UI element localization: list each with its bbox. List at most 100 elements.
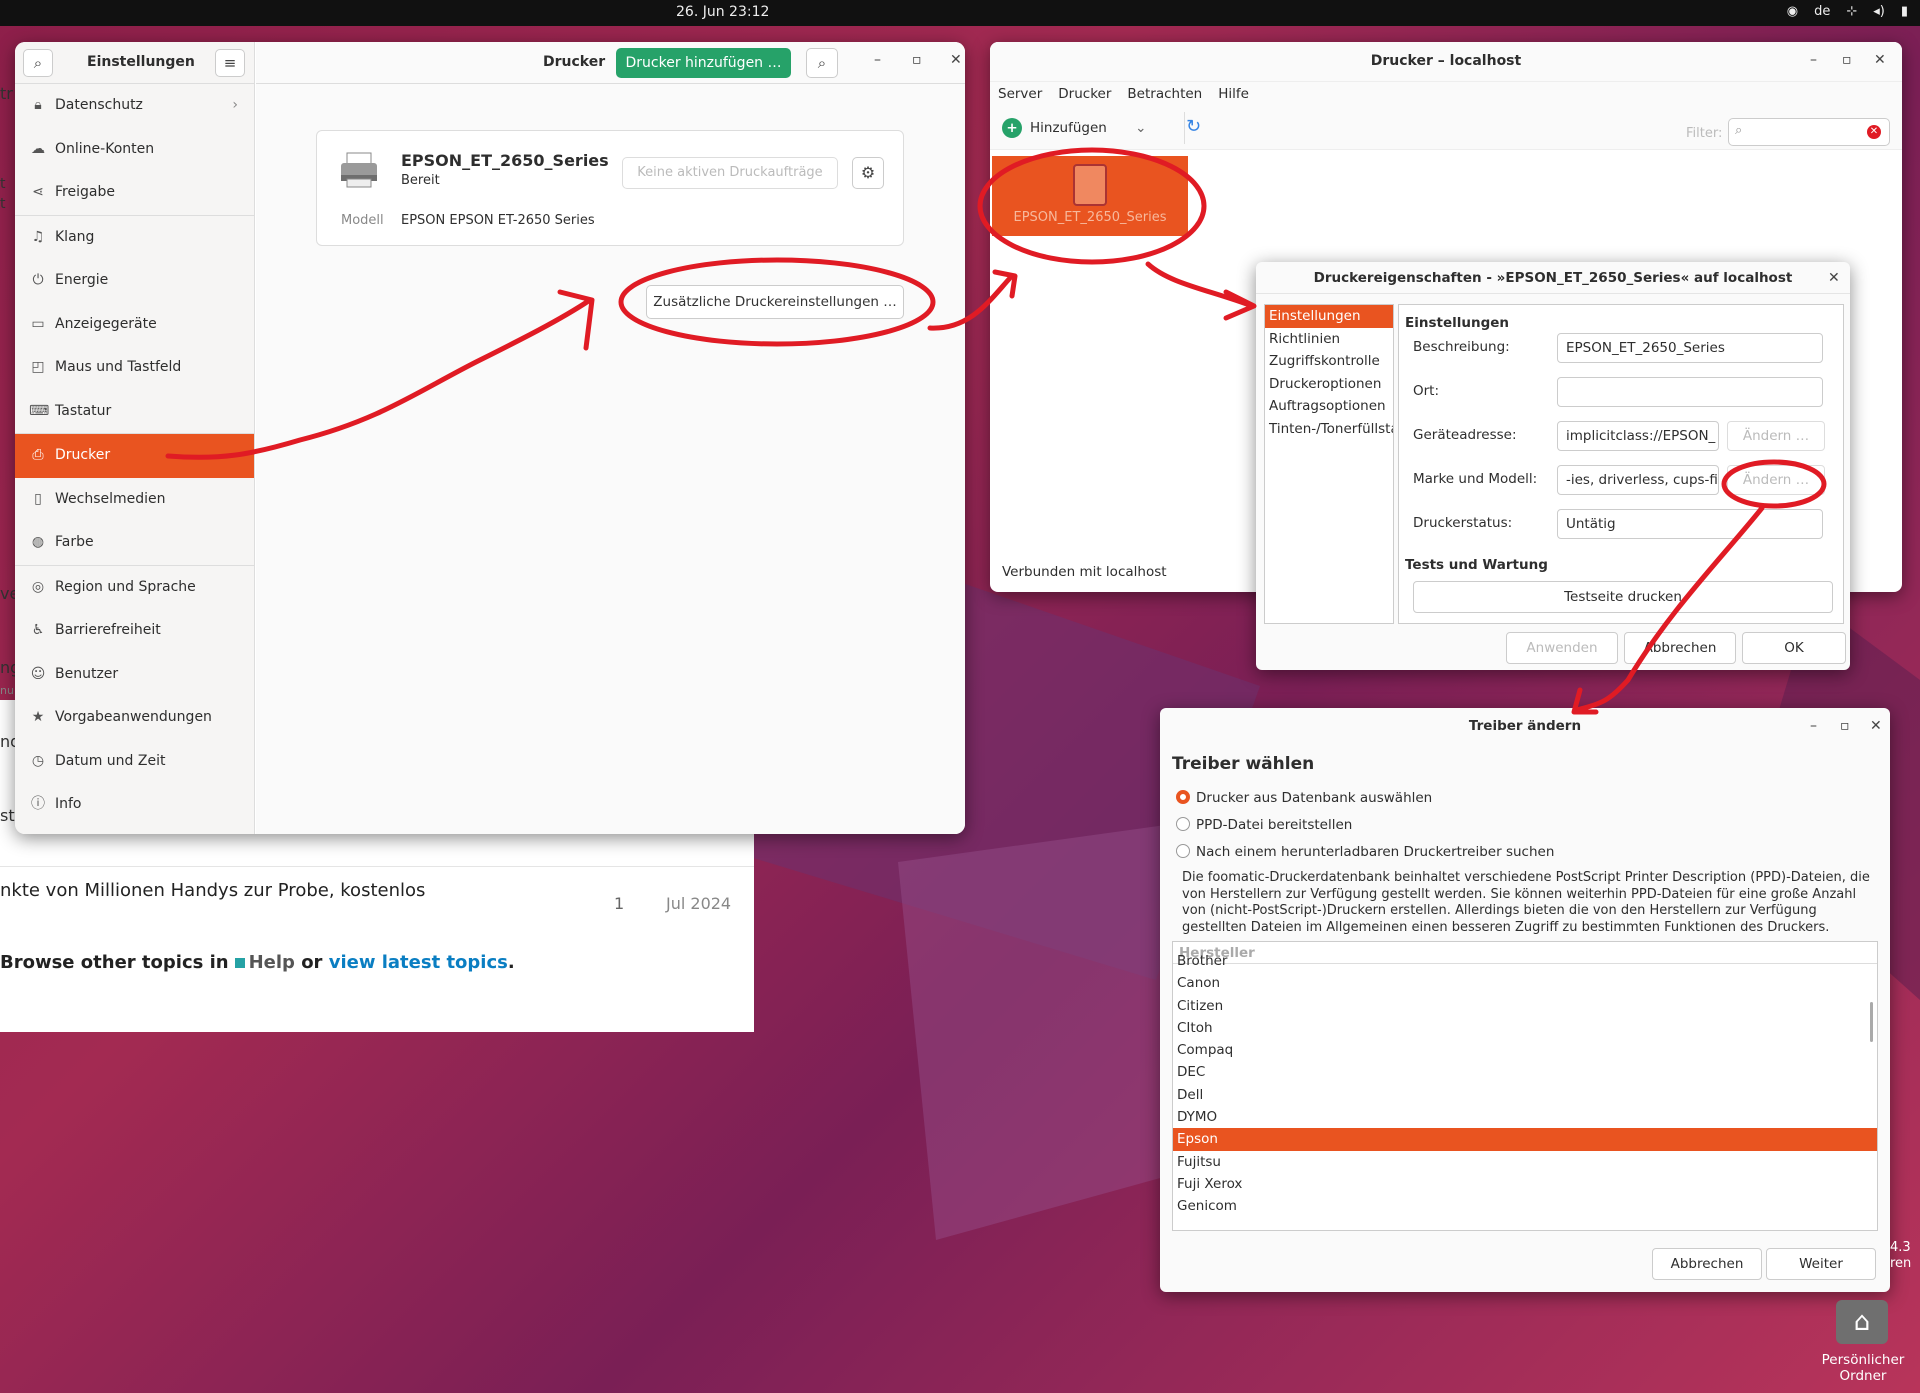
refresh-icon[interactable]: ↻	[1186, 116, 1201, 137]
sidebar-item-datum-und-zeit[interactable]: ◷ Datum und Zeit	[15, 740, 254, 784]
menu-button[interactable]: ≡	[215, 49, 245, 77]
description-input[interactable]: EPSON_ET_2650_Series	[1557, 333, 1823, 363]
divider	[0, 866, 754, 867]
change-driver-button[interactable]: Ändern …	[1727, 465, 1825, 495]
system-tray[interactable]: ◉ de ⊹ ◂) ▮	[1787, 4, 1908, 19]
printer-tile[interactable]: EPSON_ET_2650_Series	[992, 156, 1188, 236]
close-icon[interactable]: ✕	[1870, 718, 1882, 734]
menu-view[interactable]: Betrachten	[1127, 82, 1202, 106]
printer-settings-button[interactable]: ⚙	[852, 157, 884, 189]
chevron-down-icon[interactable]: ⌄	[1135, 120, 1146, 136]
menu-help[interactable]: Hilfe	[1218, 82, 1249, 106]
maximize-icon[interactable]: ▫	[1840, 718, 1850, 734]
list-item[interactable]: DEC	[1173, 1061, 1877, 1083]
sidebar-item-benutzer[interactable]: ☺ Benutzer	[15, 653, 254, 697]
vendor-list[interactable]: Hersteller Brother Canon Citizen CItoh Compa…	[1172, 941, 1878, 1231]
language-indicator[interactable]: de	[1814, 4, 1830, 19]
list-item[interactable]: Genicom	[1173, 1195, 1877, 1217]
menu-printer[interactable]: Drucker	[1058, 82, 1111, 106]
accessibility-icon[interactable]: ◉	[1787, 4, 1798, 19]
device-uri-input[interactable]: implicitclass://EPSON_	[1557, 421, 1719, 451]
home-folder-label[interactable]: Persönlicher Ordner	[1808, 1352, 1918, 1384]
sidebar-item-farbe[interactable]: ◍ Farbe	[15, 521, 254, 565]
sidebar-item-maus-und-tastfeld[interactable]: ◰ Maus und Tastfeld	[15, 346, 254, 390]
next-button[interactable]: Weiter	[1766, 1248, 1876, 1280]
sidebar-item-barrierefreiheit[interactable]: ♿︎ Barrierefreiheit	[15, 609, 254, 653]
close-icon[interactable]: ✕	[1828, 270, 1840, 286]
sidebar-item-energie[interactable]: ⏻ Energie	[15, 259, 254, 303]
list-item[interactable]: CItoh	[1173, 1017, 1877, 1039]
browse-prefix: Browse other topics in	[0, 952, 229, 973]
top-bar: 26. Jun 23:12 ◉ de ⊹ ◂) ▮	[0, 0, 1920, 26]
nav-ink-levels[interactable]: Tinten-/Tonerfüllsta	[1265, 418, 1393, 441]
maximize-icon[interactable]: ▫	[1842, 52, 1852, 68]
sidebar-item-klang[interactable]: ♫ Klang	[15, 216, 254, 260]
minimize-icon[interactable]: –	[874, 52, 881, 68]
sidebar-header: ⌕ Einstellungen ≡	[15, 42, 254, 84]
maximize-icon[interactable]: ▫	[912, 52, 922, 68]
make-model-input[interactable]: -ies, driverless, cups-fil	[1557, 465, 1719, 495]
printer-icon: ⎙	[32, 447, 44, 463]
sidebar-item-drucker[interactable]: ⎙ Drucker	[15, 434, 254, 478]
add-printer-button[interactable]: Drucker hinzufügen …	[616, 48, 791, 78]
list-item[interactable]: Citizen	[1173, 995, 1877, 1017]
radio-ppd-file[interactable]: PPD-Datei bereitstellen	[1176, 817, 1352, 833]
panel-search-button[interactable]: ⌕	[806, 48, 838, 78]
category-link[interactable]: Help	[249, 952, 295, 973]
clear-icon[interactable]: ✕	[1867, 125, 1881, 139]
list-item[interactable]: Epson	[1173, 1128, 1877, 1151]
list-item[interactable]: Brother	[1173, 950, 1877, 972]
cancel-button[interactable]: Abbrechen	[1652, 1248, 1762, 1280]
change-uri-button[interactable]: Ändern …	[1727, 421, 1825, 451]
topic-title[interactable]: nkte von Millionen Handys zur Probe, kos…	[0, 880, 425, 901]
list-item[interactable]: DYMO	[1173, 1106, 1877, 1128]
print-test-page-button[interactable]: Testseite drucken	[1413, 581, 1833, 613]
apply-button[interactable]: Anwenden	[1506, 632, 1618, 664]
add-button[interactable]: + Hinzufügen ⌄	[1002, 116, 1146, 140]
minimize-icon[interactable]: –	[1810, 718, 1817, 734]
scrollbar[interactable]	[1870, 1002, 1873, 1042]
minimize-icon[interactable]: –	[1810, 52, 1817, 68]
sidebar-item-vorgabeanwendungen[interactable]: ★ Vorgabeanwendungen	[15, 696, 254, 740]
nav-settings[interactable]: Einstellungen	[1265, 305, 1393, 328]
radio-database[interactable]: Drucker aus Datenbank auswählen	[1176, 790, 1432, 806]
search-button[interactable]: ⌕	[23, 49, 53, 77]
location-input[interactable]	[1557, 377, 1823, 407]
sidebar-item-datenschutz[interactable]: 🔒︎ Datenschutz ›	[15, 84, 254, 128]
radio-label: PPD-Datei bereitstellen	[1196, 817, 1353, 833]
panel-title: Drucker	[543, 54, 606, 70]
list-item[interactable]: Dell	[1173, 1084, 1877, 1106]
sidebar-item-freigabe[interactable]: ⋖ Freigabe	[15, 171, 254, 215]
additional-printer-settings-button[interactable]: Zusätzliche Druckereinstellungen …	[646, 285, 904, 319]
sidebar-item-tastatur[interactable]: ⌨ Tastatur	[15, 390, 254, 434]
radio-download[interactable]: Nach einem herunterladbaren Druckertreib…	[1176, 844, 1554, 860]
nav-access-control[interactable]: Zugriffskontrolle	[1265, 350, 1393, 373]
list-item[interactable]: Fuji Xerox	[1173, 1173, 1877, 1195]
nav-policies[interactable]: Richtlinien	[1265, 328, 1393, 351]
sidebar-item-wechselmedien[interactable]: ▯ Wechselmedien	[15, 478, 254, 522]
list-item[interactable]: Compaq	[1173, 1039, 1877, 1061]
nav-printer-options[interactable]: Druckeroptionen	[1265, 373, 1393, 396]
description-label: Beschreibung:	[1413, 339, 1510, 355]
latest-topics-link[interactable]: view latest topics	[329, 952, 508, 973]
close-icon[interactable]: ✕	[950, 52, 962, 68]
model-value: EPSON EPSON ET-2650 Series	[401, 213, 595, 228]
clock[interactable]: 26. Jun 23:12	[676, 4, 769, 20]
close-icon[interactable]: ✕	[1874, 52, 1886, 68]
sidebar-item-region-und-sprache[interactable]: ◎ Region und Sprache	[15, 566, 254, 610]
menu-bar: Server Drucker Betrachten Hilfe	[990, 82, 1902, 106]
list-item[interactable]: Fujitsu	[1173, 1151, 1877, 1173]
menu-server[interactable]: Server	[998, 82, 1042, 106]
cancel-button[interactable]: Abbrechen	[1624, 632, 1736, 664]
list-item[interactable]: Canon	[1173, 972, 1877, 994]
sidebar-item-online-konten[interactable]: ☁ Online-Konten	[15, 128, 254, 172]
ok-button[interactable]: OK	[1742, 632, 1846, 664]
sidebar-item-info[interactable]: ⓘ Info	[15, 783, 254, 827]
filter-input[interactable]: ⌕ ✕	[1728, 118, 1890, 146]
home-folder-icon[interactable]: ⌂	[1836, 1300, 1888, 1344]
jobs-button[interactable]: Keine aktiven Druckaufträge	[622, 157, 838, 189]
star-icon: ★	[31, 709, 45, 725]
sidebar-item-anzeigeger-te[interactable]: ▭ Anzeigegeräte	[15, 303, 254, 347]
printer-card: EPSON_ET_2650_Series Bereit Modell EPSON…	[316, 130, 904, 246]
nav-job-options[interactable]: Auftragsoptionen	[1265, 395, 1393, 418]
